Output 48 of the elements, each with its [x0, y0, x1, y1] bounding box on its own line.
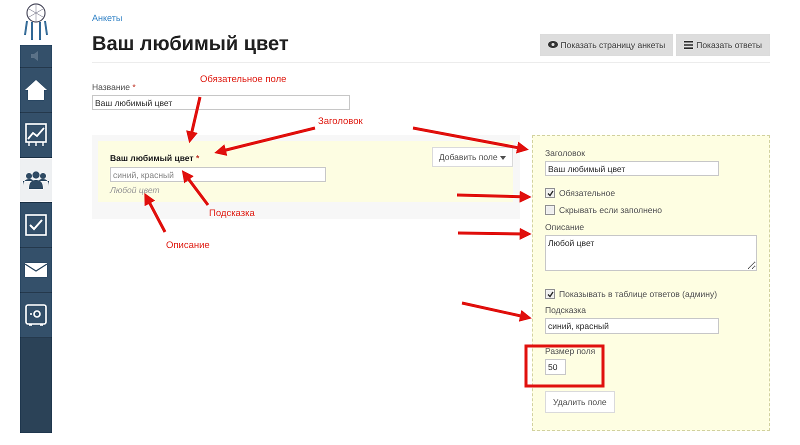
sidebar-item[interactable] — [20, 158, 52, 203]
sidebar-item[interactable] — [20, 293, 52, 338]
checkbox[interactable] — [545, 188, 555, 198]
input-field[interactable]: синий, красный — [545, 318, 719, 334]
chart-icon[interactable] — [25, 123, 47, 147]
field-label: Размер поля — [545, 346, 596, 356]
caret-icon — [500, 156, 506, 160]
header-button[interactable]: Показать страницу анкеты — [540, 34, 674, 56]
input-field[interactable]: 50 — [545, 359, 566, 375]
breadcrumb-link[interactable]: Анкеты — [92, 13, 770, 23]
annotation-label: Обязательное поле — [200, 74, 286, 85]
annotation-arrow — [462, 302, 532, 322]
delete-field-button[interactable]: Удалить поле — [545, 391, 615, 413]
input-field[interactable]: Ваш любимый цвет — [545, 161, 719, 176]
eye-icon — [548, 41, 558, 48]
annotation-label: Описание — [166, 240, 210, 251]
checkbox-icon[interactable] — [25, 214, 47, 236]
field-label: Описание — [545, 222, 586, 232]
logo-icon — [23, 2, 49, 42]
people-icon[interactable] — [23, 171, 49, 189]
safe-icon[interactable] — [25, 304, 47, 326]
annotation-label: Заголовок — [318, 116, 363, 127]
checkbox[interactable] — [545, 205, 555, 215]
checkbox-label: Обязательное — [559, 188, 616, 198]
field-label: Название * — [92, 82, 137, 92]
input-field[interactable]: синий, красный — [110, 167, 326, 182]
sidebar-item[interactable] — [20, 248, 52, 293]
checkbox-label: Показывать в таблице ответов (админу) — [559, 289, 718, 299]
mail-icon[interactable] — [25, 263, 47, 277]
page-title: Ваш любимый цвет — [92, 33, 289, 56]
header-button[interactable]: Показать ответы — [676, 34, 770, 56]
list-icon — [684, 40, 694, 48]
field-label: Заголовок — [545, 148, 586, 158]
field-label: Ваш любимый цвет * — [110, 153, 200, 163]
checkbox-label: Скрывать если заполнено — [559, 205, 662, 215]
sidebar-item[interactable] — [20, 203, 52, 248]
sidebar-item[interactable] — [20, 113, 52, 158]
checkbox[interactable] — [545, 289, 555, 299]
text-area[interactable]: Любой цвет — [545, 235, 757, 271]
field-label: Подсказка — [545, 305, 587, 315]
annotation-arrow — [182, 170, 210, 206]
field-description: Любой цвет — [110, 185, 161, 195]
input-field[interactable]: Ваш любимый цвет — [92, 95, 350, 110]
sidebar-item[interactable] — [20, 68, 52, 113]
annotation-label: Подсказка — [209, 208, 255, 219]
add-field-button[interactable]: Добавить поле — [432, 147, 513, 167]
annotation-arrow — [186, 96, 202, 144]
home-icon[interactable] — [24, 79, 48, 101]
